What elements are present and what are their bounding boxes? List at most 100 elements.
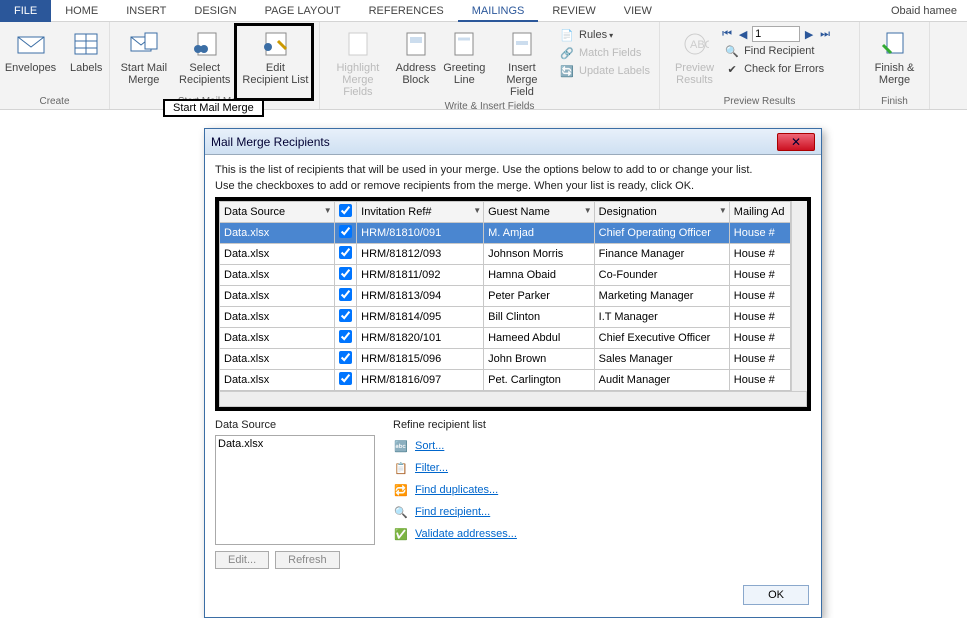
table-row[interactable]: Data.xlsxHRM/81815/096John BrownSales Ma…	[220, 349, 791, 370]
sort-icon: 🔤	[393, 438, 409, 454]
mail-merge-icon	[128, 28, 160, 60]
chevron-down-icon: ▾	[609, 31, 613, 40]
filter-link[interactable]: Filter...	[415, 462, 448, 474]
find-duplicates-link[interactable]: Find duplicates...	[415, 484, 498, 496]
finish-icon	[879, 28, 911, 60]
update-icon: 🔄	[559, 63, 575, 79]
recipients-table[interactable]: Data Source▼ Invitation Ref#▼ Guest Name…	[219, 201, 791, 391]
dialog-titlebar: Mail Merge Recipients ✕	[205, 129, 821, 155]
refresh-datasource-button: Refresh	[275, 551, 340, 569]
close-button[interactable]: ✕	[777, 133, 815, 151]
first-record-button[interactable]: ⏮	[720, 27, 734, 41]
tab-home[interactable]: HOME	[51, 0, 112, 22]
address-icon	[400, 28, 432, 60]
menu-tabs: FILE HOME INSERT DESIGN PAGE LAYOUT REFE…	[0, 0, 967, 22]
table-row[interactable]: Data.xlsxHRM/81814/095Bill ClintonI.T Ma…	[220, 307, 791, 328]
row-checkbox[interactable]	[339, 330, 352, 343]
col-data-source[interactable]: Data Source▼	[220, 202, 335, 223]
row-checkbox[interactable]	[339, 372, 352, 385]
ok-button[interactable]: OK	[743, 585, 809, 605]
find-icon: 🔍	[393, 504, 409, 520]
sort-link[interactable]: Sort...	[415, 440, 444, 452]
last-record-button[interactable]: ⏭	[818, 27, 832, 41]
next-record-button[interactable]: ▶	[802, 27, 816, 41]
greeting-line-button[interactable]: Greeting Line	[440, 26, 489, 88]
tab-insert[interactable]: INSERT	[112, 0, 180, 22]
rules-icon: 📄	[559, 27, 575, 43]
table-row[interactable]: Data.xlsxHRM/81820/101Hameed AbdulChief …	[220, 328, 791, 349]
insert-field-icon	[506, 28, 538, 60]
row-checkbox[interactable]	[339, 288, 352, 301]
table-row[interactable]: Data.xlsxHRM/81811/092Hamna ObaidCo-Foun…	[220, 265, 791, 286]
grid-vscroll[interactable]	[791, 201, 807, 391]
table-row[interactable]: Data.xlsxHRM/81810/091M. AmjadChief Oper…	[220, 223, 791, 244]
highlight-box-edit	[234, 23, 314, 101]
record-input[interactable]	[752, 26, 800, 42]
validate-addresses-link[interactable]: Validate addresses...	[415, 528, 517, 540]
chevron-down-icon: ▼	[324, 206, 332, 215]
group-finish-label: Finish	[864, 95, 925, 109]
table-row[interactable]: Data.xlsxHRM/81812/093Johnson MorrisFina…	[220, 244, 791, 265]
data-source-label: Data Source	[215, 419, 375, 431]
match-fields-button: 🔗Match Fields	[555, 44, 655, 62]
highlight-icon	[342, 28, 374, 60]
tab-file[interactable]: FILE	[0, 0, 51, 22]
table-row[interactable]: Data.xlsxHRM/81816/097Pet. CarlingtonAud…	[220, 370, 791, 391]
row-checkbox[interactable]	[339, 246, 352, 259]
finish-merge-button[interactable]: Finish & Merge	[869, 26, 921, 88]
dialog-intro-2: Use the checkboxes to add or remove reci…	[215, 179, 811, 193]
select-recipients-button[interactable]: Select Recipients	[173, 26, 236, 88]
find-recipient-link[interactable]: Find recipient...	[415, 506, 490, 518]
group-write-label: Write & Insert Fields	[324, 100, 655, 114]
dialog-title: Mail Merge Recipients	[211, 135, 330, 149]
row-checkbox[interactable]	[339, 225, 352, 238]
search-icon: 🔍	[724, 43, 740, 59]
recipients-grid-highlight: Data Source▼ Invitation Ref#▼ Guest Name…	[215, 197, 811, 411]
edit-datasource-button: Edit...	[215, 551, 269, 569]
row-checkbox[interactable]	[339, 309, 352, 322]
data-source-list[interactable]: Data.xlsx	[215, 435, 375, 545]
envelopes-button[interactable]: Envelopes	[0, 26, 62, 76]
grid-hscroll[interactable]	[219, 391, 807, 407]
col-invitation-ref[interactable]: Invitation Ref#▼	[357, 202, 484, 223]
tab-design[interactable]: DESIGN	[180, 0, 250, 22]
select-all-checkbox[interactable]	[339, 204, 352, 217]
address-block-button[interactable]: Address Block	[392, 26, 440, 88]
start-mail-merge-button[interactable]: Start Mail Merge	[115, 26, 173, 88]
data-source-item[interactable]: Data.xlsx	[218, 438, 372, 450]
duplicates-icon: 🔁	[393, 482, 409, 498]
col-check[interactable]	[334, 202, 357, 223]
row-checkbox[interactable]	[339, 351, 352, 364]
insert-merge-field-button[interactable]: Insert Merge Field	[489, 26, 555, 100]
check-icon: ✔	[724, 61, 740, 77]
filter-icon: 📋	[393, 460, 409, 476]
chevron-down-icon: ▼	[584, 206, 592, 215]
find-recipient-button[interactable]: 🔍Find Recipient	[720, 42, 850, 60]
col-guest-name[interactable]: Guest Name▼	[484, 202, 595, 223]
svg-text:ABC: ABC	[690, 39, 709, 51]
rules-button[interactable]: 📄Rules▾	[555, 26, 655, 44]
col-mailing[interactable]: Mailing Ad	[729, 202, 790, 223]
row-checkbox[interactable]	[339, 267, 352, 280]
tab-view[interactable]: VIEW	[610, 0, 666, 22]
tab-page-layout[interactable]: PAGE LAYOUT	[251, 0, 355, 22]
envelope-icon	[15, 28, 47, 60]
tab-review[interactable]: REVIEW	[538, 0, 609, 22]
user-name: Obaid hamee	[891, 5, 967, 17]
check-errors-button[interactable]: ✔Check for Errors	[720, 60, 850, 78]
close-icon: ✕	[791, 135, 801, 149]
greeting-icon	[448, 28, 480, 60]
tab-mailings[interactable]: MAILINGS	[458, 0, 539, 22]
preview-results-button: ABCPreview Results	[669, 26, 720, 88]
labels-button[interactable]: Labels	[62, 26, 110, 76]
chevron-down-icon: ▼	[473, 206, 481, 215]
labels-icon	[70, 28, 102, 60]
col-designation[interactable]: Designation▼	[594, 202, 729, 223]
ribbon: Envelopes Labels Create Start Mail Merge…	[0, 22, 967, 110]
group-preview-label: Preview Results	[664, 95, 855, 109]
prev-record-button[interactable]: ◀	[736, 27, 750, 41]
table-row[interactable]: Data.xlsxHRM/81813/094Peter ParkerMarket…	[220, 286, 791, 307]
match-icon: 🔗	[559, 45, 575, 61]
mail-merge-recipients-dialog: Mail Merge Recipients ✕ This is the list…	[204, 128, 822, 618]
tab-references[interactable]: REFERENCES	[355, 0, 458, 22]
